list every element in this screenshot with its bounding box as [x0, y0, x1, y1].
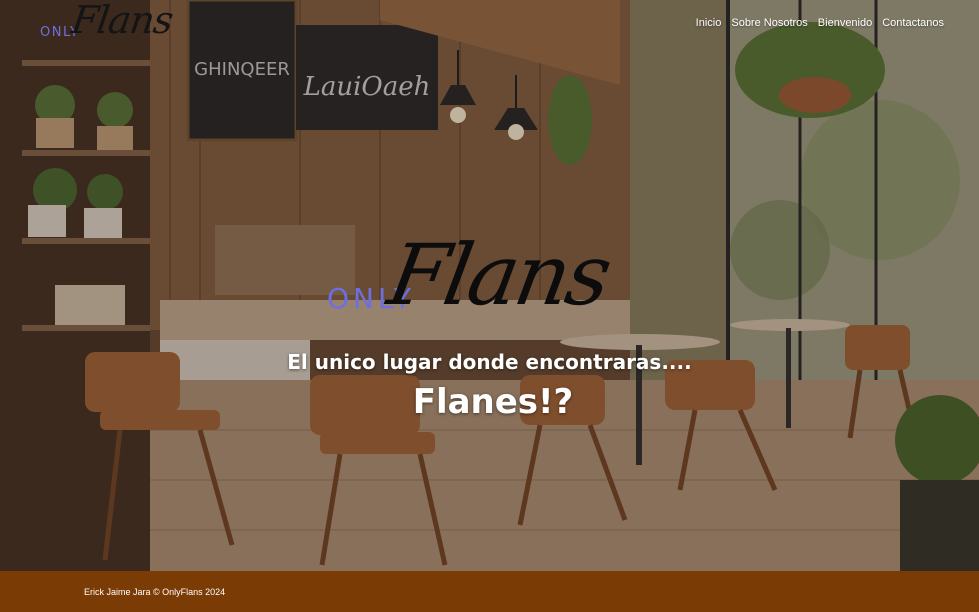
nav-link-sobre-nosotros[interactable]: Sobre Nosotros — [731, 17, 807, 29]
site-footer: Erick Jaime Jara © OnlyFlans 2024 — [0, 571, 979, 612]
nav-links: Inicio Sobre Nosotros Bienvenido Contact… — [696, 17, 944, 29]
hero-headline: Flanes!? — [412, 382, 574, 422]
hero-tagline: El unico lugar donde encontraras.... — [287, 350, 692, 374]
footer-copyright: Erick Jaime Jara © OnlyFlans 2024 — [84, 587, 226, 597]
nav-link-contactanos[interactable]: Contactanos — [882, 17, 944, 29]
hero-brand-logo: ONLY Flans — [320, 226, 665, 324]
hero-brand-flans: Flans — [381, 226, 617, 324]
nav-link-bienvenido[interactable]: Bienvenido — [818, 17, 872, 29]
site-logo[interactable]: ONLY Flans — [38, 0, 175, 44]
hero-section: GHINQEER LauiOaeh ONLY Flans Inicio Sobr… — [0, 0, 979, 571]
navbar: ONLY Flans Inicio Sobre Nosotros Bienven… — [0, 0, 979, 50]
nav-link-inicio[interactable]: Inicio — [696, 17, 722, 29]
logo-flans-text: Flans — [68, 0, 176, 42]
